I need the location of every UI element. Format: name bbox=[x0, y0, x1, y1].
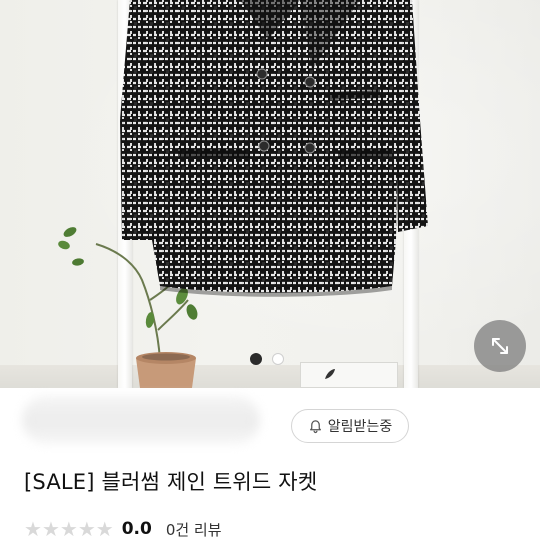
expand-arrows-icon bbox=[492, 338, 508, 354]
carousel-indicator bbox=[250, 352, 284, 366]
review-count-link[interactable]: 0건 리뷰 bbox=[166, 519, 222, 540]
star-icon: ★ bbox=[95, 517, 114, 541]
seller-info-blurred bbox=[22, 396, 260, 444]
tweed-jacket bbox=[120, 0, 428, 297]
expand-image-button[interactable] bbox=[474, 320, 526, 372]
product-image[interactable] bbox=[0, 0, 540, 388]
rating-row: ★ ★ ★ ★ ★ 0.0 0건 리뷰 bbox=[24, 516, 222, 542]
star-icon: ★ bbox=[77, 517, 96, 541]
rating-stars: ★ ★ ★ ★ ★ bbox=[24, 519, 114, 539]
star-icon: ★ bbox=[59, 517, 78, 541]
books-decoration bbox=[300, 362, 398, 388]
notification-button[interactable]: 알림받는중 bbox=[291, 409, 409, 443]
leaf-emblem-icon bbox=[325, 369, 335, 379]
product-title: [SALE] 블러썸 제인 트위드 자켓 bbox=[24, 470, 318, 494]
carousel-dot[interactable] bbox=[272, 353, 284, 365]
notification-button-label: 알림받는중 bbox=[327, 419, 393, 435]
star-icon: ★ bbox=[41, 517, 60, 541]
carousel-dot[interactable] bbox=[250, 353, 262, 365]
rating-score: 0.0 bbox=[121, 519, 152, 539]
star-icon: ★ bbox=[24, 517, 42, 541]
bell-icon bbox=[309, 419, 321, 433]
